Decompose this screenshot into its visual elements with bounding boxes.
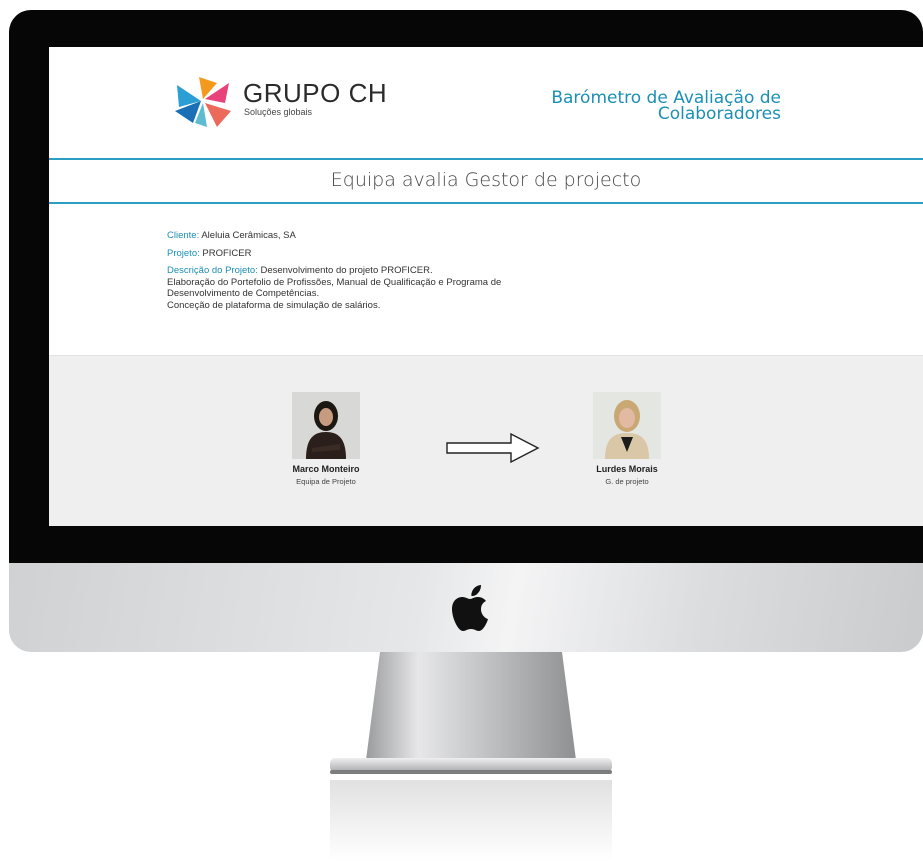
project-info: Cliente: Aleluia Cerâmicas, SA Projeto: …: [167, 230, 587, 317]
brand-name: GRUPO CH: [243, 78, 388, 108]
stand-reflection: [330, 780, 612, 861]
evaluated-role: G. de projeto: [605, 477, 649, 486]
page-heading: Equipa avalia Gestor de projecto: [330, 169, 642, 191]
description-line1: Desenvolvimento do projeto PROFICER.: [257, 265, 433, 276]
site-header: GRUPO CH Soluções globais Barómetro de A…: [49, 47, 923, 159]
evaluator-name: Marco Monteiro: [292, 464, 360, 474]
client-value: Aleluia Cerâmicas, SA: [199, 230, 296, 241]
project-value: PROFICER: [199, 247, 252, 259]
project-row: Projeto: PROFICER: [167, 248, 587, 260]
apple-logo-icon: [452, 585, 488, 631]
description-line3: Desenvolvimento de Competências.: [167, 288, 320, 299]
top-divider: [49, 158, 923, 160]
right-arrow-icon: [446, 432, 540, 464]
imac-stand: [330, 652, 612, 774]
screen: GRUPO CH Soluções globais Barómetro de A…: [49, 47, 923, 526]
evaluator-avatar: [292, 392, 360, 459]
header-title: Barómetro de Avaliação de Colaboradores: [501, 90, 781, 124]
project-label: Projeto:: [167, 247, 200, 259]
evaluated-avatar: [593, 392, 661, 459]
description-line2: Elaboração do Portefolio de Profissões, …: [167, 276, 502, 288]
description-line4: Conceção de plataforma de simulação de s…: [167, 299, 381, 311]
client-label: Cliente:: [167, 230, 200, 241]
grupo-ch-logo-icon: [175, 77, 231, 127]
evaluated-card[interactable]: Lurdes Morais G. de projeto: [567, 392, 687, 486]
header-title-line2: Colaboradores: [657, 104, 781, 124]
evaluator-card[interactable]: Marco Monteiro Equipa de Projeto: [266, 392, 386, 486]
description-label: Descrição do Projeto:: [167, 265, 258, 276]
description-row: Descrição do Projeto: Desenvolvimento do…: [167, 265, 587, 311]
evaluated-name: Lurdes Morais: [596, 464, 658, 474]
brand-tagline: Soluções globais: [244, 107, 313, 117]
evaluator-role: Equipa de Projeto: [296, 477, 356, 486]
bottom-divider: [49, 202, 923, 204]
client-row: Cliente: Aleluia Cerâmicas, SA: [167, 230, 587, 242]
